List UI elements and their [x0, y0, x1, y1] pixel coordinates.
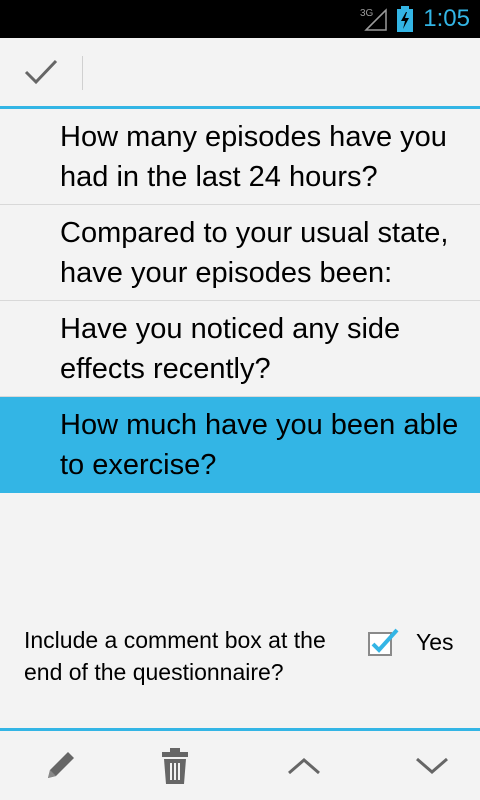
delete-button[interactable]	[115, 731, 235, 800]
pencil-icon	[48, 751, 74, 778]
chevron-down-icon	[416, 757, 448, 774]
done-button[interactable]	[0, 38, 82, 106]
question-text: How much have you been able to exercise?	[60, 409, 459, 481]
battery-charging-icon	[397, 6, 413, 32]
comment-box-label: Include a comment box at the end of the …	[24, 627, 326, 685]
question-text: Have you noticed any side effects recent…	[60, 313, 401, 385]
action-bar-divider	[82, 56, 83, 90]
bottom-action-bar	[0, 731, 480, 800]
question-list: How many episodes have you had in the la…	[0, 109, 480, 493]
question-list-item[interactable]: Compared to your usual state, have your …	[0, 205, 480, 301]
edit-button[interactable]	[0, 731, 120, 800]
trash-icon	[162, 747, 188, 784]
question-text: Compared to your usual state, have your …	[60, 217, 449, 289]
comment-box-checkbox[interactable]	[366, 626, 400, 660]
network-type-label: 3G	[360, 8, 374, 19]
action-bar	[0, 38, 480, 106]
clock: 1:05	[423, 5, 470, 32]
status-bar: 3G 1:05	[0, 0, 480, 38]
comment-box-option: Include a comment box at the end of the …	[0, 620, 480, 728]
question-text: How many episodes have you had in the la…	[60, 121, 447, 193]
move-down-button[interactable]	[372, 731, 480, 800]
move-up-button[interactable]	[244, 731, 364, 800]
question-list-item-selected[interactable]: How much have you been able to exercise?	[0, 397, 480, 493]
question-list-item[interactable]: How many episodes have you had in the la…	[0, 109, 480, 205]
signal-3g-icon: 3G	[360, 8, 387, 31]
chevron-up-icon	[288, 757, 320, 774]
checkbox-yes-label: Yes	[416, 629, 454, 655]
question-list-item[interactable]: Have you noticed any side effects recent…	[0, 301, 480, 397]
check-icon	[24, 59, 58, 85]
